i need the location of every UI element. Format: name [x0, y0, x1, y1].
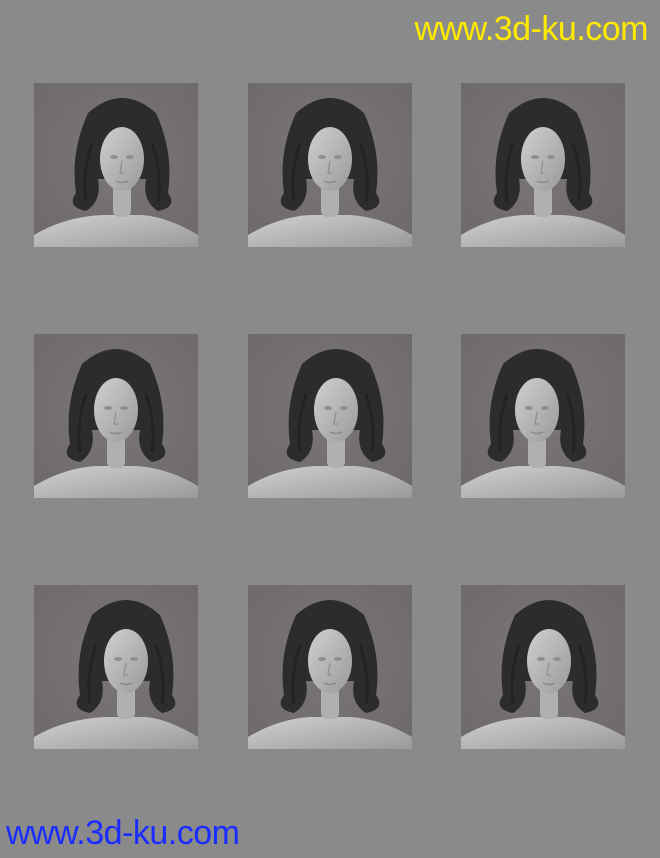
hair-preview-4 — [34, 334, 198, 498]
hair-preview-1 — [34, 83, 198, 247]
hair-preview-8 — [248, 585, 412, 749]
hair-preview-3 — [461, 83, 625, 247]
hair-preview-6 — [461, 334, 625, 498]
hair-preview-2 — [248, 83, 412, 247]
hair-preview-9 — [461, 585, 625, 749]
hair-preview-5 — [248, 334, 412, 498]
hair-preview-7 — [34, 585, 198, 749]
watermark-bottom: www.3d-ku.com — [6, 814, 240, 852]
hair-preview-grid — [0, 0, 660, 858]
